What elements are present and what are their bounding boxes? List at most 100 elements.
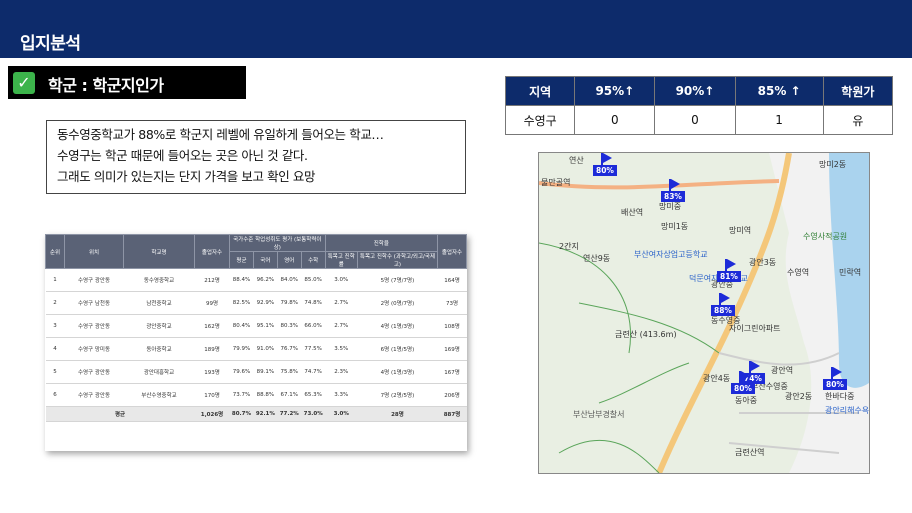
table-cell: 79.9% bbox=[229, 337, 254, 361]
table-cell: 73.7% bbox=[229, 383, 254, 407]
table-row: 1 수영구 광안동 동수영중학교 212명 88.4% 96.2% 84.0% 85.0% 3.… bbox=[45, 268, 467, 292]
table-cell: 수영구 광안동 bbox=[64, 383, 124, 407]
summary-cell: 0 bbox=[574, 105, 656, 135]
table-cell: 수영구 광안동 bbox=[64, 268, 124, 292]
summary-table: 지역 95%↑ 90%↑ 85% ↑ 학원가 수영구 0 0 1 유 bbox=[504, 76, 894, 135]
col-header: 졸업자수 bbox=[437, 234, 467, 269]
map-label: 광안4동 bbox=[703, 374, 731, 383]
map-label: 망미2동 bbox=[819, 160, 847, 169]
map-label: 연산9동 bbox=[583, 254, 611, 263]
table-cell: 89.1% bbox=[253, 360, 278, 384]
table-cell: 5 bbox=[45, 360, 65, 384]
map-label: 망미역 bbox=[729, 226, 752, 235]
avg-cell: 77.2% bbox=[277, 406, 302, 422]
table-cell: 수영구 망미동 bbox=[64, 337, 124, 361]
map-label: 수영역 bbox=[787, 268, 810, 277]
summary-cell: 1 bbox=[734, 105, 824, 135]
table-cell: 2명 (0명/7명) bbox=[357, 291, 438, 315]
summary-header: 학원가 bbox=[822, 76, 894, 106]
col-header: 학교명 bbox=[123, 234, 195, 269]
table-cell: 2.7% bbox=[325, 291, 358, 315]
map-label: 물만골역 bbox=[541, 178, 571, 187]
school-location-map[interactable]: 연산 물만골역 연제중 배산역 망미중 망미1동 망미역 연산9동 2간지 부산… bbox=[538, 152, 870, 474]
table-cell: 6 bbox=[45, 383, 65, 407]
table-cell: 167명 bbox=[437, 360, 467, 384]
header-bar: 입지분석 bbox=[0, 0, 912, 58]
summary-header: 85% ↑ bbox=[734, 76, 824, 106]
flag-percent: 80% bbox=[593, 165, 617, 176]
map-label: 연산 bbox=[569, 156, 584, 165]
flag-percent: 81% bbox=[717, 271, 741, 282]
col-subheader: 특목고 진학률 bbox=[324, 251, 358, 269]
table-row: 6 수영구 광안동 부산수영중학교 170명 73.7% 88.8% 67.1% 65.3% 3… bbox=[45, 383, 467, 407]
table-row: 5 수영구 광안동 광안대흥학교 193명 79.6% 89.1% 75.8% 74.7% 2.… bbox=[45, 360, 467, 384]
col-header: 진학율 bbox=[324, 234, 439, 252]
map-label: 광안3동 bbox=[749, 258, 777, 267]
avg-cell: 1,026명 bbox=[194, 406, 230, 422]
table-cell: 164명 bbox=[437, 268, 467, 292]
col-subheader: 국어 bbox=[252, 251, 278, 269]
flag-percent: 88% bbox=[711, 305, 735, 316]
school-rows: 1 수영구 광안동 동수영중학교 212명 88.4% 96.2% 84.0% 85.0% 3.… bbox=[45, 268, 467, 407]
avg-cell: 80.7% bbox=[229, 406, 254, 422]
avg-cell: 3.0% bbox=[325, 406, 358, 422]
map-label: 망미중 bbox=[659, 202, 682, 211]
col-header: 국가수준 학업성취도 평가 (보통학력이상) bbox=[229, 234, 326, 252]
map-label: 부산남부경찰서 bbox=[573, 410, 625, 419]
table-row: 2 수영구 남천동 남천중학교 99명 82.5% 92.9% 79.8% 74.8% 2.7%… bbox=[45, 291, 467, 315]
table-cell: 4명 (1명/3명) bbox=[357, 360, 438, 384]
table-cell: 92.9% bbox=[253, 291, 278, 315]
table-cell: 212명 bbox=[194, 268, 230, 292]
map-label: 동아중 bbox=[735, 396, 758, 405]
section-title-bar: ✓ 학군 : 학군지인가 bbox=[8, 66, 246, 99]
table-cell: 2 bbox=[45, 291, 65, 315]
table-cell: 82.5% bbox=[229, 291, 254, 315]
col-subheader: 평균 bbox=[229, 251, 254, 269]
table-cell: 남천중학교 bbox=[123, 291, 195, 315]
map-label: 광안2동 bbox=[785, 392, 813, 401]
col-subheader: 특목고 진학수 (과학고/외고/국제고) bbox=[356, 251, 439, 269]
table-cell: 수영구 남천동 bbox=[64, 291, 124, 315]
col-subheader: 영어 bbox=[276, 251, 302, 269]
table-cell: 66.0% bbox=[301, 314, 326, 338]
note-line: 수영구는 학군 때문에 들어오는 곳은 아닌 것 같다. bbox=[57, 148, 308, 163]
table-cell: 88.4% bbox=[229, 268, 254, 292]
map-label: 수영사적공원 bbox=[803, 232, 848, 241]
map-label: 망미1동 bbox=[661, 222, 689, 231]
table-cell: 3.0% bbox=[325, 268, 358, 292]
col-subheader: 수학 bbox=[300, 251, 326, 269]
col-header: 위치 bbox=[64, 234, 124, 269]
table-cell: 74.7% bbox=[301, 360, 326, 384]
map-label: 배산역 bbox=[621, 208, 644, 217]
table-cell: 75.8% bbox=[277, 360, 302, 384]
summary-header: 지역 bbox=[504, 76, 576, 106]
map-label: 광안리해수욕장 bbox=[825, 406, 870, 415]
table-cell: 169명 bbox=[437, 337, 467, 361]
avg-cell: 73.0% bbox=[301, 406, 326, 422]
table-cell: 76.7% bbox=[277, 337, 302, 361]
table-cell: 수영구 광안동 bbox=[64, 314, 124, 338]
flag-percent: 80% bbox=[731, 383, 755, 394]
table-cell: 206명 bbox=[437, 383, 467, 407]
table-cell: 84.0% bbox=[277, 268, 302, 292]
map-label: 부산여자상업고등학교 bbox=[634, 250, 708, 259]
table-cell: 6명 (1명/5명) bbox=[357, 337, 438, 361]
table-cell: 1 bbox=[45, 268, 65, 292]
summary-cell: 0 bbox=[654, 105, 736, 135]
avg-cell: 92.1% bbox=[253, 406, 278, 422]
flag-percent: 83% bbox=[661, 191, 685, 202]
table-cell: 189명 bbox=[194, 337, 230, 361]
map-label: 자이그린아파트 bbox=[729, 324, 781, 333]
table-cell: 65.3% bbox=[301, 383, 326, 407]
table-cell: 67.1% bbox=[277, 383, 302, 407]
section-title: 학군 : 학군지인가 bbox=[48, 76, 164, 95]
school-ranking-table: 순위 위치 학교명 졸업자수 국가수준 학업성취도 평가 (보통학력이상) 진학… bbox=[45, 234, 467, 422]
summary-header: 90%↑ bbox=[654, 76, 736, 106]
table-cell: 7명 (2명/5명) bbox=[357, 383, 438, 407]
school-ranking-table-image: 순위 위치 학교명 졸업자수 국가수준 학업성취도 평가 (보통학력이상) 진학… bbox=[45, 234, 467, 451]
table-cell: 부산수영중학교 bbox=[123, 383, 195, 407]
table-cell: 96.2% bbox=[253, 268, 278, 292]
table-cell: 광안중학교 bbox=[123, 314, 195, 338]
page-title: 입지분석 bbox=[20, 34, 81, 54]
table-cell: 77.5% bbox=[301, 337, 326, 361]
